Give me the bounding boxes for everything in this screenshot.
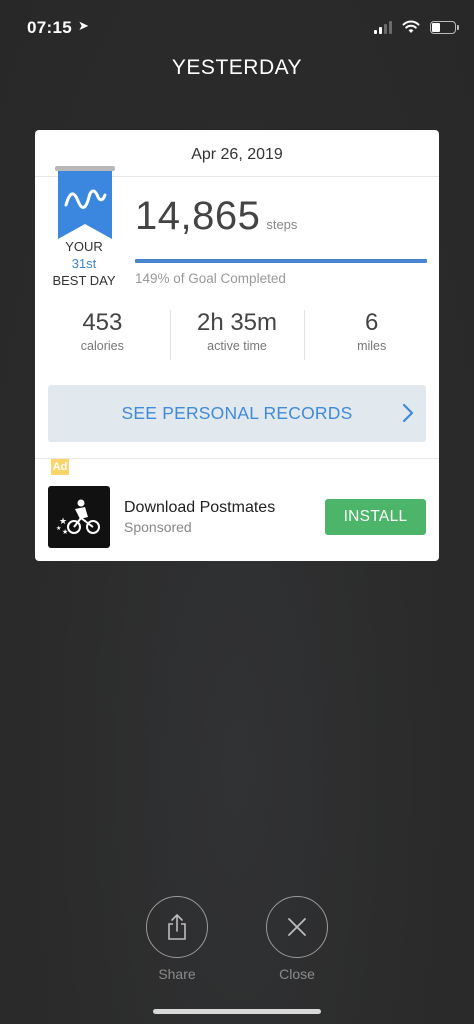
ad-divider (35, 458, 439, 459)
stat-value: 453 (82, 309, 123, 336)
ad-tag: Ad (51, 459, 69, 475)
postmates-logo-icon[interactable]: ★ ★ ★ (48, 486, 110, 548)
home-indicator[interactable] (153, 1009, 321, 1014)
stat-label: calories (80, 339, 124, 353)
svg-text:★: ★ (56, 525, 61, 532)
share-button[interactable] (146, 896, 208, 958)
status-bar: 07:15 ➤ (0, 0, 474, 56)
share-icon (168, 914, 186, 940)
stat-miles: 6 miles (304, 308, 439, 363)
chevron-right-icon (402, 403, 414, 423)
status-time: 07:15 (27, 18, 72, 37)
goal-progress-bar (135, 259, 427, 263)
page-title: YESTERDAY (171, 56, 303, 79)
share-action[interactable]: Share (146, 896, 208, 982)
steps-count: 14,865 steps (135, 194, 297, 239)
stat-active-time: 2h 35m active time (169, 308, 305, 363)
stat-label: miles (357, 339, 387, 353)
battery-icon (430, 20, 459, 34)
cellular-signal-icon (374, 20, 392, 34)
steps-unit: steps (266, 217, 298, 232)
best-day-badge: YOUR 31st BEST DAY (45, 238, 123, 289)
activity-stats: 453 calories 2h 35m active time 6 miles (35, 308, 439, 363)
close-action[interactable]: Close (266, 896, 328, 982)
daily-summary-card: Apr 26, 2019 YOUR 31st BEST DAY 14,865 st… (35, 130, 439, 561)
see-personal-records-button[interactable]: SEE PERSONAL RECORDS (48, 385, 426, 442)
stat-value: 2h 35m (196, 309, 278, 336)
best-day-line1: YOUR (65, 239, 103, 254)
steps-value: 14,865 (135, 194, 261, 238)
install-button[interactable]: INSTALL (325, 499, 426, 535)
ad-title[interactable]: Download Postmates (124, 499, 275, 517)
close-icon (288, 918, 306, 936)
share-label: Share (158, 966, 196, 982)
ad-sponsored-label: Sponsored (124, 519, 192, 535)
wifi-icon (402, 20, 420, 33)
goal-completion-text: 149% of Goal Completed (135, 271, 286, 286)
stat-calories: 453 calories (35, 308, 170, 363)
location-arrow-icon: ➤ (78, 18, 89, 33)
svg-text:★: ★ (62, 528, 68, 536)
close-button[interactable] (266, 896, 328, 958)
best-day-line3: BEST DAY (52, 273, 116, 288)
stat-label: active time (207, 339, 267, 353)
close-label: Close (279, 966, 315, 982)
best-day-rank: 31st (71, 256, 97, 271)
stat-value: 6 (365, 309, 379, 336)
records-button-label: SEE PERSONAL RECORDS (121, 403, 353, 423)
